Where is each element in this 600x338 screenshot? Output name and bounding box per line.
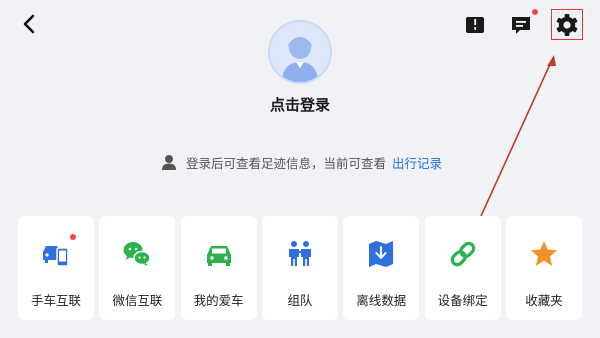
settings-highlight-box — [551, 9, 583, 40]
feature-label: 设备绑定 — [437, 293, 488, 308]
default-avatar-icon — [282, 37, 318, 82]
bookmark-button[interactable] — [462, 12, 488, 38]
team-icon — [288, 241, 311, 266]
car-phone-icon — [43, 246, 69, 267]
footprint-notice: 登录后可查看足迹信息，当前可查看 出行记录 — [160, 152, 442, 172]
feature-label: 组队 — [287, 293, 313, 308]
notice-text: 登录后可查看足迹信息，当前可查看 — [186, 155, 387, 171]
feature-label: 收藏夹 — [525, 293, 563, 308]
chevron-left-icon — [23, 14, 35, 34]
feature-label: 我的爱车 — [193, 293, 244, 308]
bookmark-icon — [466, 17, 484, 33]
feature-my-car[interactable]: 我的爱车 — [180, 216, 257, 320]
link-icon — [450, 241, 475, 267]
feature-label: 微信互联 — [112, 293, 163, 308]
login-link[interactable]: 点击登录 — [0, 94, 600, 115]
star-icon — [530, 241, 557, 266]
message-button[interactable] — [508, 9, 538, 38]
feature-label: 离线数据 — [356, 293, 407, 308]
wechat-icon — [123, 242, 152, 266]
offline-map-icon — [369, 241, 394, 267]
feature-wechat-link[interactable]: 微信互联 — [99, 216, 176, 320]
car-icon — [206, 246, 231, 266]
feature-car-phone-link[interactable]: 手车互联 — [18, 216, 94, 320]
avatar[interactable] — [268, 20, 332, 84]
feature-grid: 手车互联 微信互联 我的爱车 组队 离线数据 设备绑定 收藏夹 — [18, 216, 582, 320]
feature-label: 手车互联 — [30, 293, 81, 308]
feature-team[interactable]: 组队 — [261, 216, 338, 320]
feature-badge — [70, 234, 76, 240]
feature-device-binding[interactable]: 设备绑定 — [424, 216, 501, 320]
user-icon — [162, 155, 176, 170]
message-icon — [512, 17, 530, 34]
feature-favorites[interactable]: 收藏夹 — [505, 216, 582, 320]
trip-record-link[interactable]: 出行记录 — [392, 153, 442, 172]
message-badge — [532, 9, 538, 15]
back-button[interactable] — [18, 12, 42, 36]
feature-offline-data[interactable]: 离线数据 — [343, 216, 420, 320]
